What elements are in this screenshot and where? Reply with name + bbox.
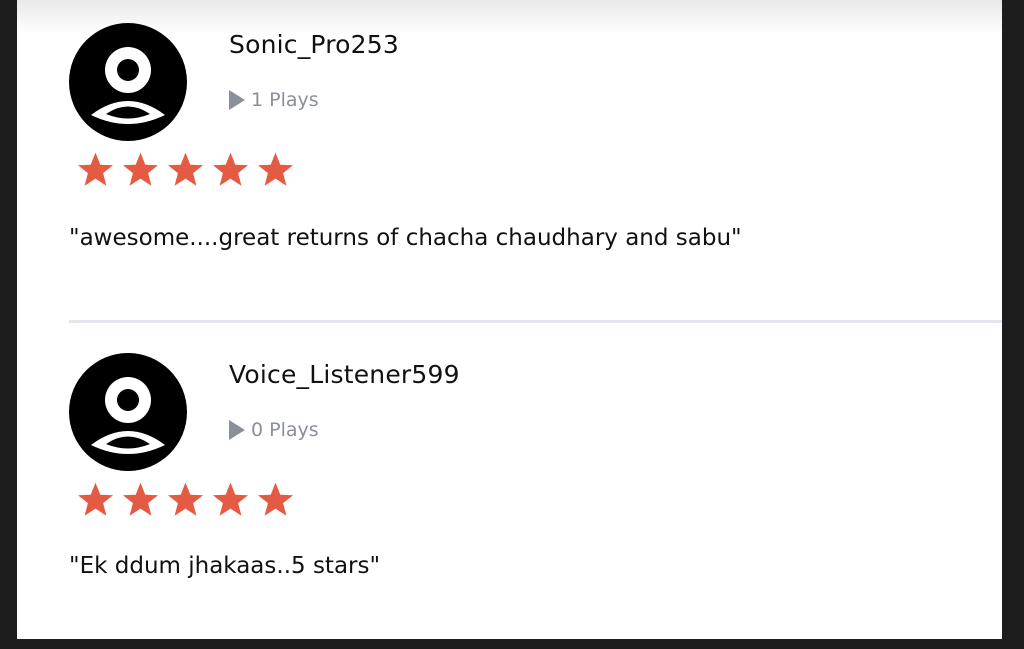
star-icon bbox=[122, 482, 159, 516]
window-frame-right bbox=[1002, 0, 1024, 649]
window-frame-bottom bbox=[0, 639, 1024, 649]
star-icon bbox=[77, 482, 114, 516]
review-divider bbox=[69, 320, 1002, 323]
star-icon bbox=[167, 152, 204, 186]
review-plays: 0 Plays bbox=[229, 419, 319, 441]
reviews-panel: Sonic_Pro253 1 Plays "awesome....great r… bbox=[17, 0, 1002, 639]
star-icon bbox=[212, 482, 249, 516]
review-plays-count: 0 Plays bbox=[251, 419, 319, 441]
review-comment: "awesome....great returns of chacha chau… bbox=[69, 225, 742, 251]
window-frame-left bbox=[0, 0, 17, 649]
review-username[interactable]: Sonic_Pro253 bbox=[229, 30, 399, 59]
star-icon bbox=[167, 482, 204, 516]
review-rating-stars bbox=[75, 481, 296, 519]
review-plays: 1 Plays bbox=[229, 89, 319, 111]
user-avatar-icon[interactable] bbox=[69, 353, 187, 471]
star-icon bbox=[77, 152, 114, 186]
star-icon bbox=[257, 152, 294, 186]
review-plays-count: 1 Plays bbox=[251, 89, 319, 111]
review-rating-stars bbox=[75, 151, 296, 189]
play-triangle-icon bbox=[229, 90, 245, 110]
review-username[interactable]: Voice_Listener599 bbox=[229, 360, 460, 389]
star-icon bbox=[257, 482, 294, 516]
review-comment: "Ek ddum jhakaas..5 stars" bbox=[69, 553, 381, 579]
play-triangle-icon bbox=[229, 420, 245, 440]
star-icon bbox=[122, 152, 159, 186]
user-avatar-icon[interactable] bbox=[69, 23, 187, 141]
star-icon bbox=[212, 152, 249, 186]
